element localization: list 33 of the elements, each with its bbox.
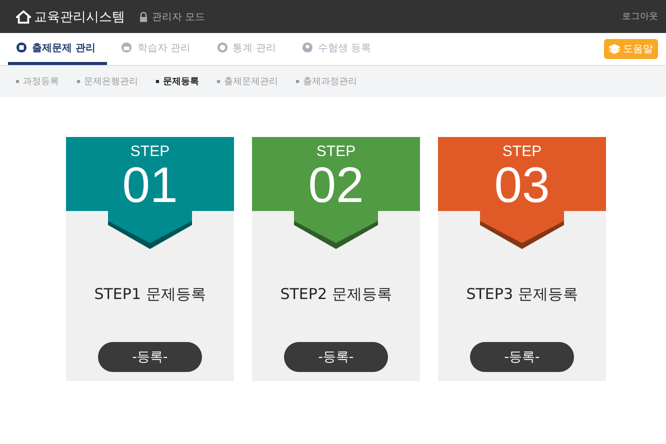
step-title: STEP1 문제등록 (94, 285, 206, 304)
sub-menu-item[interactable]: 문제은행관리 (77, 75, 138, 88)
step-number: 01 (122, 162, 178, 208)
sub-menu-item[interactable]: 문제등록 (156, 75, 199, 88)
register-button[interactable]: -등록- (284, 342, 388, 372)
bullet-icon (16, 80, 19, 84)
bullet-icon (77, 80, 80, 84)
bullet-icon (296, 80, 299, 84)
sub-menu-item[interactable]: 출제과정관리 (296, 75, 357, 88)
sub-menu-item[interactable]: 출제문제관리 (217, 75, 278, 88)
step-label: STEP (502, 143, 542, 160)
app-title: 교육관리시스템 (34, 8, 125, 26)
register-button[interactable]: -등록- (98, 342, 202, 372)
step-label: STEP (316, 143, 356, 160)
register-button[interactable]: -등록- (470, 342, 574, 372)
layers-icon (609, 44, 620, 54)
mode-label: 관리자 모드 (152, 10, 206, 24)
nav-tab[interactable]: 학습자 관리 (113, 33, 203, 65)
square-icon (16, 42, 27, 53)
sub-menu-item[interactable]: 과정등록 (16, 75, 59, 88)
lock-icon (139, 12, 148, 22)
step-number: 03 (494, 162, 550, 208)
bullet-icon (156, 80, 159, 84)
bullet-icon (217, 80, 220, 84)
nav-tab[interactable]: 통계 관리 (208, 33, 288, 65)
step-title: STEP3 문제등록 (466, 285, 578, 304)
logout-link[interactable]: 로그아웃 (622, 10, 658, 23)
home-icon (16, 10, 31, 24)
step-title: STEP2 문제등록 (280, 285, 392, 304)
nav-tab[interactable]: 수험생 등록 (294, 33, 384, 65)
step-number: 02 (308, 162, 364, 208)
help-button[interactable]: 도움말 (604, 39, 658, 59)
step-label: STEP (130, 143, 170, 160)
